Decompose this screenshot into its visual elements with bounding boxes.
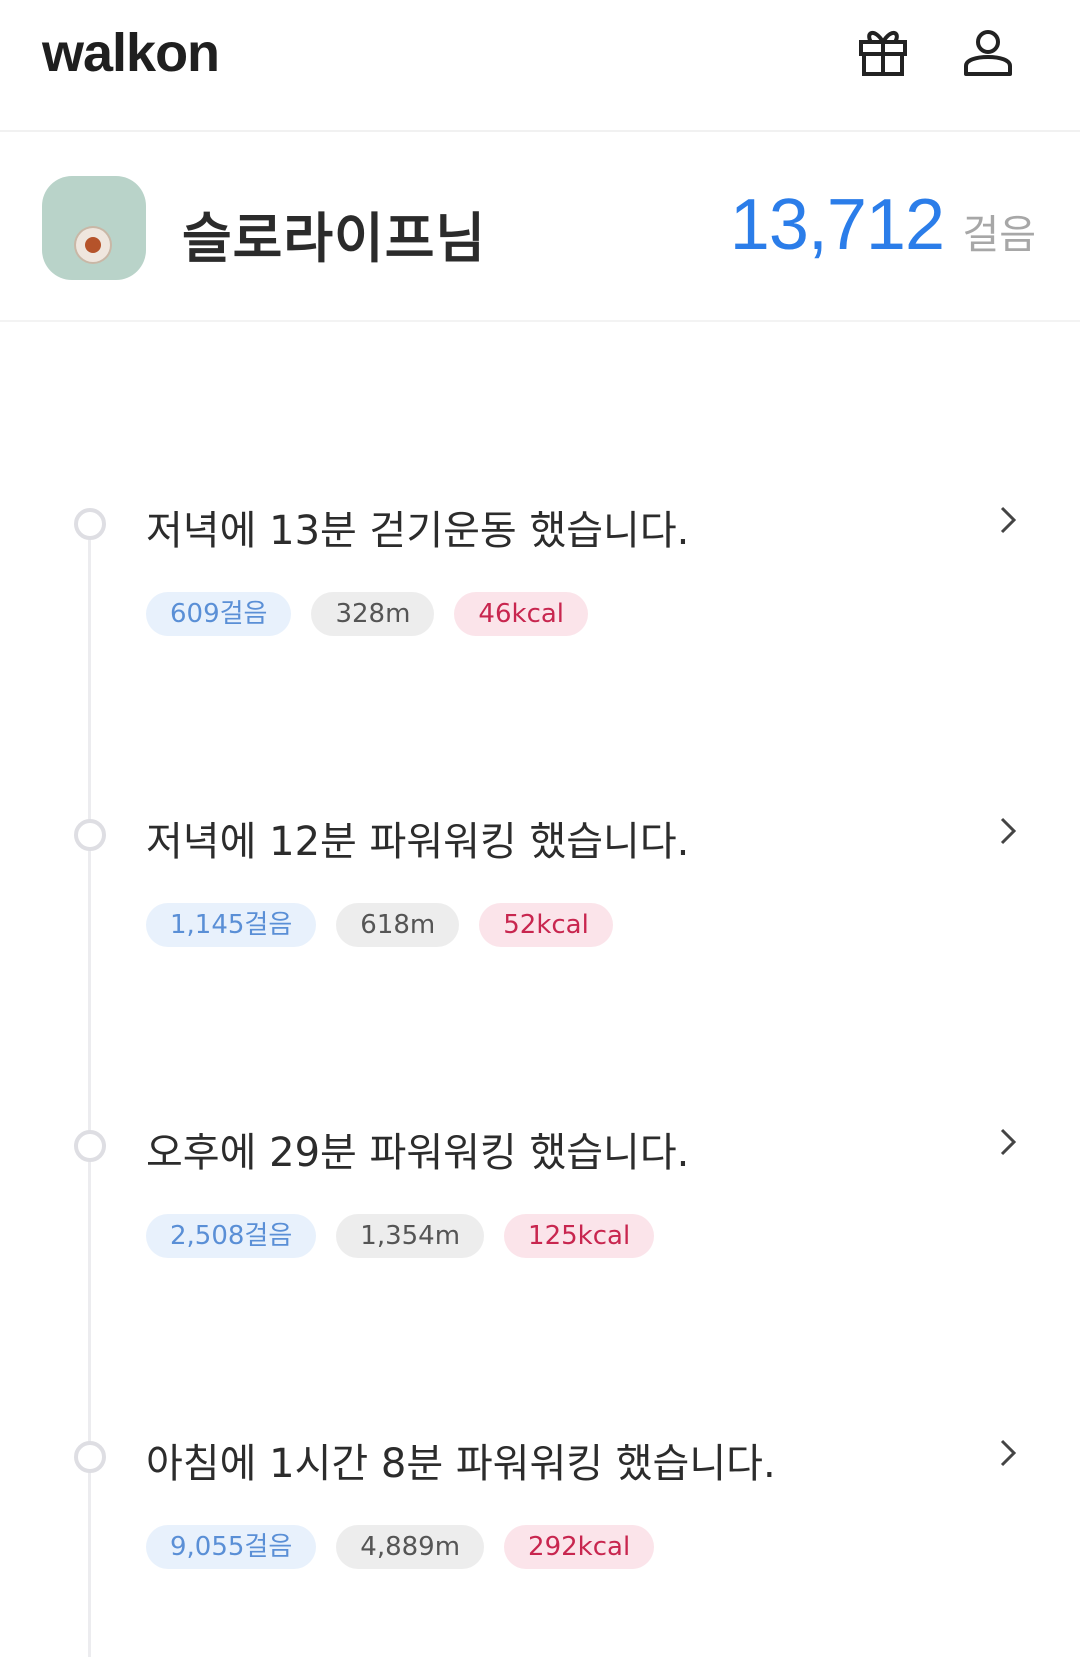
kcal-chip: 52kcal bbox=[479, 903, 613, 947]
app-header: walkon bbox=[0, 0, 1080, 132]
user-name: 슬로라이프님 bbox=[182, 207, 487, 270]
profile-summary: 슬로라이프님 13,712 걸음 bbox=[0, 132, 1080, 322]
steps-chip: 1,145걸음 bbox=[146, 903, 317, 947]
activity-entry[interactable]: 저녁에 12분 파워워킹 했습니다. 1,145걸음 618m 52kcal bbox=[0, 809, 1080, 969]
activity-stats: 2,508걸음 1,354m 125kcal bbox=[146, 1214, 655, 1258]
activity-title: 아침에 1시간 8분 파워워킹 했습니다. bbox=[146, 1441, 776, 1487]
distance-chip: 328m bbox=[311, 592, 435, 636]
distance-chip: 1,354m bbox=[336, 1214, 485, 1258]
steps-chip: 2,508걸음 bbox=[146, 1214, 317, 1258]
total-steps-unit: 걸음 bbox=[962, 212, 1036, 258]
activity-title: 저녁에 13분 걷기운동 했습니다. bbox=[146, 508, 690, 554]
app-logo[interactable]: walkon bbox=[42, 22, 220, 84]
timeline-dot bbox=[74, 1130, 106, 1162]
activity-stats: 1,145걸음 618m 52kcal bbox=[146, 903, 613, 947]
gift-icon[interactable] bbox=[853, 22, 913, 82]
activity-stats: 609걸음 328m 46kcal bbox=[146, 592, 589, 636]
activity-stats: 9,055걸음 4,889m 292kcal bbox=[146, 1525, 655, 1569]
activity-entry[interactable]: 오후에 29분 파워워킹 했습니다. 2,508걸음 1,354m 125kca… bbox=[0, 1120, 1080, 1280]
distance-chip: 4,889m bbox=[336, 1525, 485, 1569]
kcal-chip: 46kcal bbox=[454, 592, 589, 636]
timeline-dot bbox=[74, 819, 106, 851]
chevron-right-icon bbox=[1000, 1439, 1017, 1467]
activity-timeline: 저녁에 13분 걷기운동 했습니다. 609걸음 328m 46kcal 저녁에… bbox=[0, 322, 1080, 1657]
avatar-image bbox=[76, 228, 110, 262]
activity-entry[interactable]: 아침에 1시간 8분 파워워킹 했습니다. 9,055걸음 4,889m 292… bbox=[0, 1431, 1080, 1591]
timeline-dot bbox=[74, 508, 106, 540]
activity-title: 저녁에 12분 파워워킹 했습니다. bbox=[146, 819, 690, 865]
activity-title: 오후에 29분 파워워킹 했습니다. bbox=[146, 1130, 690, 1176]
person-icon[interactable] bbox=[958, 22, 1018, 82]
steps-chip: 609걸음 bbox=[146, 592, 292, 636]
distance-chip: 618m bbox=[336, 903, 460, 947]
kcal-chip: 292kcal bbox=[504, 1525, 655, 1569]
activity-entry[interactable]: 저녁에 13분 걷기운동 했습니다. 609걸음 328m 46kcal bbox=[0, 498, 1080, 658]
chevron-right-icon bbox=[1000, 1128, 1017, 1156]
steps-chip: 9,055걸음 bbox=[146, 1525, 317, 1569]
chevron-right-icon bbox=[1000, 506, 1017, 534]
total-steps: 13,712 bbox=[729, 185, 945, 265]
timeline-dot bbox=[74, 1441, 106, 1473]
kcal-chip: 125kcal bbox=[504, 1214, 655, 1258]
chevron-right-icon bbox=[1000, 817, 1017, 845]
avatar[interactable] bbox=[42, 176, 146, 280]
